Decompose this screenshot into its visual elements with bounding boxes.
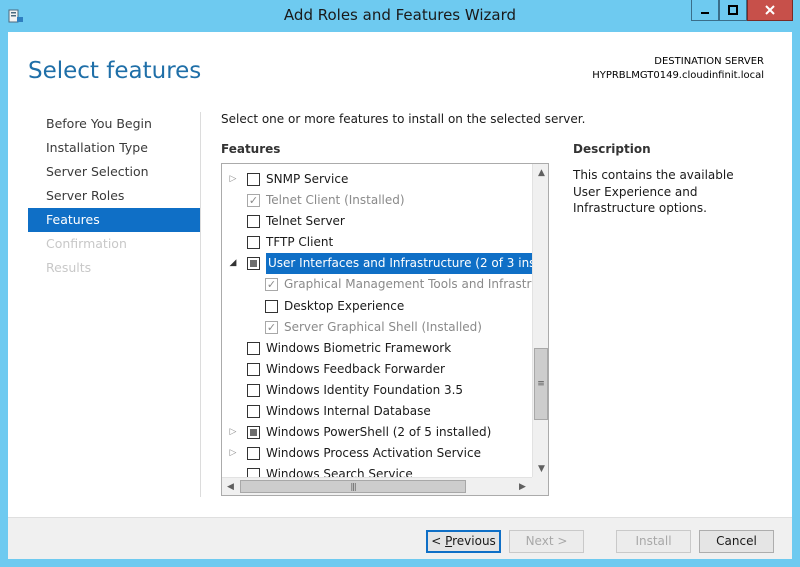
feature-checkbox[interactable] (247, 362, 260, 376)
feature-label: SNMP Service (266, 172, 349, 186)
feature-row[interactable]: ▷ SNMP Service (222, 169, 530, 190)
nav-item-results: Results (46, 260, 92, 275)
feature-row[interactable]: Windows Identity Foundation 3.5 (222, 380, 530, 401)
feature-checkbox[interactable] (247, 215, 260, 229)
features-heading: Features (221, 142, 281, 156)
feature-label: Desktop Experience (284, 298, 405, 313)
vertical-scrollbar[interactable]: ▲ ≡ ▼ (532, 164, 548, 477)
feature-label: Windows Feedback Forwarder (266, 361, 445, 376)
previous-label-pre: < (431, 534, 446, 548)
feature-checkbox[interactable] (265, 299, 278, 313)
feature-label: Graphical Management Tools and Infrastru… (284, 277, 548, 292)
description-text: This contains the available User Experie… (573, 168, 734, 215)
wizard-footer: < Previous Next > Install Cancel (8, 517, 792, 559)
vertical-scroll-thumb[interactable]: ≡ (534, 348, 548, 420)
close-icon (765, 5, 775, 15)
feature-row[interactable]: Desktop Experience (222, 296, 530, 317)
feature-row[interactable]: ▷ Windows Process Activation Service (222, 443, 530, 464)
feature-row[interactable]: Windows Internal Database (222, 401, 530, 422)
feature-checkbox[interactable] (247, 341, 260, 355)
expand-arrow-icon[interactable]: ▷ (228, 443, 238, 464)
expand-arrow-icon[interactable]: ▷ (228, 169, 238, 190)
grip-icon: ||| (350, 482, 356, 491)
nav-item-features[interactable]: Features (28, 208, 200, 232)
feature-checkbox: ✓ (265, 320, 278, 334)
features-tree[interactable]: ▷ SNMP Service ✓ Telnet Client (Installed) T… (221, 163, 549, 496)
feature-checkbox: ✓ (247, 194, 260, 208)
horizontal-scroll-thumb[interactable]: ||| (240, 480, 466, 493)
destination-server-name: HYPRBLMGT0149.cloudinfinit.local (592, 70, 764, 81)
scroll-left-icon[interactable]: ◀ (222, 478, 239, 495)
feature-label: Windows Biometric Framework (266, 340, 452, 355)
feature-label: Windows Internal Database (266, 404, 431, 419)
feature-row[interactable]: ✓ Telnet Client (Installed) (222, 190, 530, 211)
wizard-content: Select features DESTINATION SERVER HYPRB… (8, 32, 792, 559)
close-button[interactable] (747, 0, 793, 21)
nav-divider (200, 112, 201, 497)
feature-checkbox[interactable] (247, 447, 260, 461)
feature-checkbox[interactable] (247, 405, 260, 419)
install-button[interactable]: Install (616, 530, 691, 553)
feature-label: Windows Identity Foundation 3.5 (266, 382, 464, 397)
minimize-button[interactable] (691, 0, 719, 21)
nav-item-server-selection[interactable]: Server Selection (28, 160, 200, 184)
nav-item-confirmation: Confirmation (46, 236, 127, 251)
feature-label: Telnet Client (Installed) (266, 193, 405, 208)
feature-label: Windows PowerShell (2 of 5 installed) (266, 425, 492, 440)
features-list: ▷ SNMP Service ✓ Telnet Client (Installed) T… (222, 169, 548, 485)
feature-checkbox[interactable] (247, 173, 260, 186)
minimize-icon (701, 12, 709, 14)
grip-icon: ≡ (537, 379, 545, 389)
nav-item-server-roles[interactable]: Server Roles (28, 184, 200, 208)
feature-row[interactable]: ✓ Server Graphical Shell (Installed) (222, 317, 530, 338)
cancel-button[interactable]: Cancel (699, 530, 774, 553)
feature-checkbox[interactable] (247, 236, 260, 250)
destination-server-label: DESTINATION SERVER (654, 56, 764, 67)
expand-arrow-icon[interactable]: ▷ (228, 422, 238, 443)
scroll-up-icon[interactable]: ▲ (533, 164, 548, 181)
window-title: Add Roles and Features Wizard (283, 6, 517, 24)
nav-item-installation-type[interactable]: Installation Type (28, 136, 200, 160)
maximize-icon (728, 5, 738, 15)
feature-label: Telnet Server (266, 214, 345, 229)
scroll-right-icon[interactable]: ▶ (514, 478, 531, 495)
feature-label: Server Graphical Shell (Installed) (284, 319, 482, 334)
maximize-button[interactable] (719, 0, 747, 21)
feature-label: User Interfaces and Infrastructure (2 of… (266, 253, 548, 275)
wizard-window: Add Roles and Features Wizard Select fea… (0, 0, 800, 567)
feature-row[interactable]: ◢ User Interfaces and Infrastructure (2 o… (222, 253, 548, 275)
description-heading: Description (573, 142, 651, 156)
instructions-text: Select one or more features to install o… (221, 112, 586, 126)
scrollbar-corner (532, 477, 548, 495)
feature-checkbox[interactable] (247, 257, 260, 271)
feature-row[interactable]: Windows Feedback Forwarder (222, 359, 530, 380)
feature-row[interactable]: Telnet Server (222, 211, 530, 232)
page-title: Select features (28, 58, 202, 84)
feature-checkbox[interactable] (247, 383, 260, 397)
feature-label: Windows Process Activation Service (266, 446, 481, 461)
feature-row[interactable]: ▷ Windows PowerShell (2 of 5 installed) (222, 422, 530, 443)
nav-item-before-you-begin[interactable]: Before You Begin (28, 112, 200, 136)
previous-label-post: revious (452, 534, 496, 548)
feature-checkbox: ✓ (265, 278, 278, 292)
title-bar[interactable]: Add Roles and Features Wizard (0, 0, 800, 32)
previous-button[interactable]: < Previous (426, 530, 501, 553)
wizard-nav: Before You Begin Installation Type Server … (28, 112, 200, 280)
feature-label: TFTP Client (266, 235, 334, 250)
feature-checkbox[interactable] (247, 426, 260, 440)
feature-row[interactable]: TFTP Client (222, 232, 530, 253)
horizontal-scrollbar[interactable]: ◀ ||| ▶ (222, 477, 532, 495)
next-button[interactable]: Next > (509, 530, 584, 553)
scroll-down-icon[interactable]: ▼ (533, 460, 548, 477)
collapse-arrow-icon[interactable]: ◢ (228, 253, 238, 274)
feature-row[interactable]: ✓ Graphical Management Tools and Infrastr… (222, 274, 548, 295)
feature-row[interactable]: Windows Biometric Framework (222, 338, 530, 359)
